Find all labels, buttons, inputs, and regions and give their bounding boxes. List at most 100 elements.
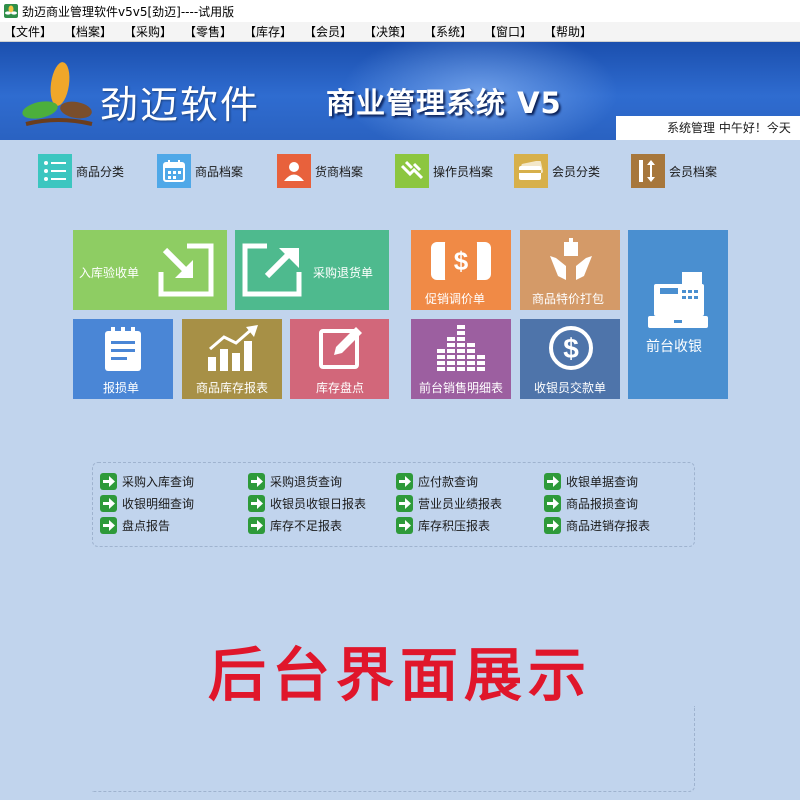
report-link[interactable]: 应付款查询 xyxy=(396,471,478,491)
money-ticket-icon: $ xyxy=(431,240,491,282)
green-arrow-icon xyxy=(100,472,117,490)
report-link[interactable]: 采购入库查询 xyxy=(100,471,194,491)
window-title: 劲迈商业管理软件v5v5[劲迈]----试用版 xyxy=(22,4,235,19)
menu-inventory[interactable]: 【库存】 xyxy=(244,23,304,40)
report-link[interactable]: 商品报损查询 xyxy=(544,493,638,513)
green-arrow-icon xyxy=(248,472,265,490)
header-banner: 劲迈软件 商业管理系统 V5 系统管理 中午好！今天 xyxy=(0,42,800,140)
notepad-icon xyxy=(105,327,141,371)
green-arrow-icon xyxy=(248,516,265,534)
report-label: 库存不足报表 xyxy=(270,518,343,533)
tile-cashier[interactable]: 前台收银 xyxy=(628,230,728,399)
report-label: 收银单据查询 xyxy=(566,474,639,489)
tile-loss-report[interactable]: 报损单 xyxy=(73,319,173,399)
tile-promo-price[interactable]: $ 促销调价单 xyxy=(411,230,511,310)
report-label: 采购退货查询 xyxy=(270,474,343,489)
quick-operator-archive[interactable]: 操作员档案 xyxy=(395,153,493,189)
report-link[interactable]: 收银明细查询 xyxy=(100,493,194,513)
greeting-status: 系统管理 中午好！今天 xyxy=(667,121,791,135)
equalizer-icon xyxy=(437,325,485,371)
report-link[interactable]: 营业员业绩报表 xyxy=(396,493,502,513)
tile-label: 促销调价单 xyxy=(425,292,486,306)
green-arrow-icon xyxy=(100,494,117,512)
menu-bar: 【文件】 【档案】 【采购】 【零售】 【库存】 【会员】 【决策】 【系统】 … xyxy=(0,22,800,42)
quick-label: 会员档案 xyxy=(669,164,718,179)
green-arrow-icon xyxy=(544,516,561,534)
report-label: 商品进销存报表 xyxy=(566,518,651,533)
green-arrow-icon xyxy=(544,494,561,512)
menu-purchase[interactable]: 【采购】 xyxy=(124,23,184,40)
tile-label: 采购退货单 xyxy=(313,266,374,280)
green-arrow-icon xyxy=(396,516,413,534)
vertical-arrows-icon xyxy=(631,154,665,188)
export-arrow-icon xyxy=(242,243,302,297)
green-arrow-icon xyxy=(396,472,413,490)
quick-label: 会员分类 xyxy=(552,164,601,179)
gift-hands-icon xyxy=(550,238,592,280)
quick-product-archive[interactable]: 商品档案 xyxy=(157,153,243,189)
dollar-coin-icon: $ xyxy=(549,326,593,370)
report-label: 采购入库查询 xyxy=(122,474,195,489)
menu-member[interactable]: 【会员】 xyxy=(304,23,364,40)
svg-text:$: $ xyxy=(454,246,469,276)
tile-receiving[interactable]: 入库验收单 xyxy=(73,230,227,310)
list-icon xyxy=(38,154,72,188)
empty-panel xyxy=(92,706,695,792)
menu-archive[interactable]: 【档案】 xyxy=(64,23,124,40)
hand-icon xyxy=(395,154,429,188)
svg-text:$: $ xyxy=(563,333,579,364)
window-titlebar: 劲迈商业管理软件v5v5[劲迈]----试用版 xyxy=(0,0,800,22)
menu-decision[interactable]: 【决策】 xyxy=(364,23,424,40)
report-link[interactable]: 采购退货查询 xyxy=(248,471,342,491)
report-links-panel: 采购入库查询 采购退货查询 应付款查询 收银单据查询 收银明细查询 收银员收银日… xyxy=(92,462,695,547)
report-label: 商品报损查询 xyxy=(566,496,639,511)
tile-stocktake[interactable]: 库存盘点 xyxy=(290,319,389,399)
report-label: 营业员业绩报表 xyxy=(418,496,503,511)
tile-label: 收银员交款单 xyxy=(534,381,607,395)
quick-label: 操作员档案 xyxy=(433,164,494,179)
tile-label: 库存盘点 xyxy=(316,381,365,395)
report-link[interactable]: 收银员收银日报表 xyxy=(248,493,366,513)
report-label: 盘点报告 xyxy=(122,518,171,533)
brand-name: 劲迈软件 xyxy=(100,83,261,127)
quick-product-category[interactable]: 商品分类 xyxy=(38,153,124,189)
brand-logo-icon xyxy=(22,62,93,126)
system-name: 商业管理系统 V5 xyxy=(326,86,562,120)
overlay-caption: 后台界面展示 xyxy=(207,641,592,709)
report-label: 收银员收银日报表 xyxy=(270,496,367,511)
tile-cashier-handover[interactable]: $ 收银员交款单 xyxy=(520,319,620,399)
tile-sales-detail[interactable]: 前台销售明细表 xyxy=(411,319,511,399)
quick-supplier-archive[interactable]: 货商档案 xyxy=(277,153,363,189)
menu-system[interactable]: 【系统】 xyxy=(424,23,484,40)
quick-label: 货商档案 xyxy=(315,164,364,179)
quick-label: 商品档案 xyxy=(195,164,244,179)
edit-icon xyxy=(319,327,362,369)
app-logo-icon xyxy=(4,4,18,18)
report-link[interactable]: 商品进销存报表 xyxy=(544,515,650,535)
tile-label: 前台销售明细表 xyxy=(419,381,504,395)
tile-label: 商品库存报表 xyxy=(196,381,269,395)
menu-window[interactable]: 【窗口】 xyxy=(484,23,544,40)
quick-access-bar: 商品分类 商品档案 货商档案 操作员档案 会员分类 会员档案 xyxy=(38,153,758,189)
quick-member-archive[interactable]: 会员档案 xyxy=(631,153,717,189)
tile-label: 商品特价打包 xyxy=(532,292,605,306)
import-arrow-icon xyxy=(158,243,214,297)
menu-retail[interactable]: 【零售】 xyxy=(184,23,244,40)
report-label: 库存积压报表 xyxy=(418,518,491,533)
calendar-icon xyxy=(157,154,191,188)
tile-purchase-return[interactable]: 采购退货单 xyxy=(235,230,389,310)
tile-label: 报损单 xyxy=(103,381,140,395)
tile-special-bundle[interactable]: 商品特价打包 xyxy=(520,230,620,310)
person-icon xyxy=(277,154,311,188)
report-link[interactable]: 库存积压报表 xyxy=(396,515,490,535)
menu-file[interactable]: 【文件】 xyxy=(4,23,64,40)
report-link[interactable]: 收银单据查询 xyxy=(544,471,638,491)
report-link[interactable]: 库存不足报表 xyxy=(248,515,342,535)
quick-label: 商品分类 xyxy=(76,164,125,179)
report-link[interactable]: 盘点报告 xyxy=(100,515,170,535)
tile-stock-report[interactable]: 商品库存报表 xyxy=(182,319,282,399)
quick-member-category[interactable]: 会员分类 xyxy=(514,153,600,189)
tile-label: 入库验收单 xyxy=(79,266,140,280)
menu-help[interactable]: 【帮助】 xyxy=(544,23,604,40)
tile-label: 前台收银 xyxy=(646,339,702,355)
